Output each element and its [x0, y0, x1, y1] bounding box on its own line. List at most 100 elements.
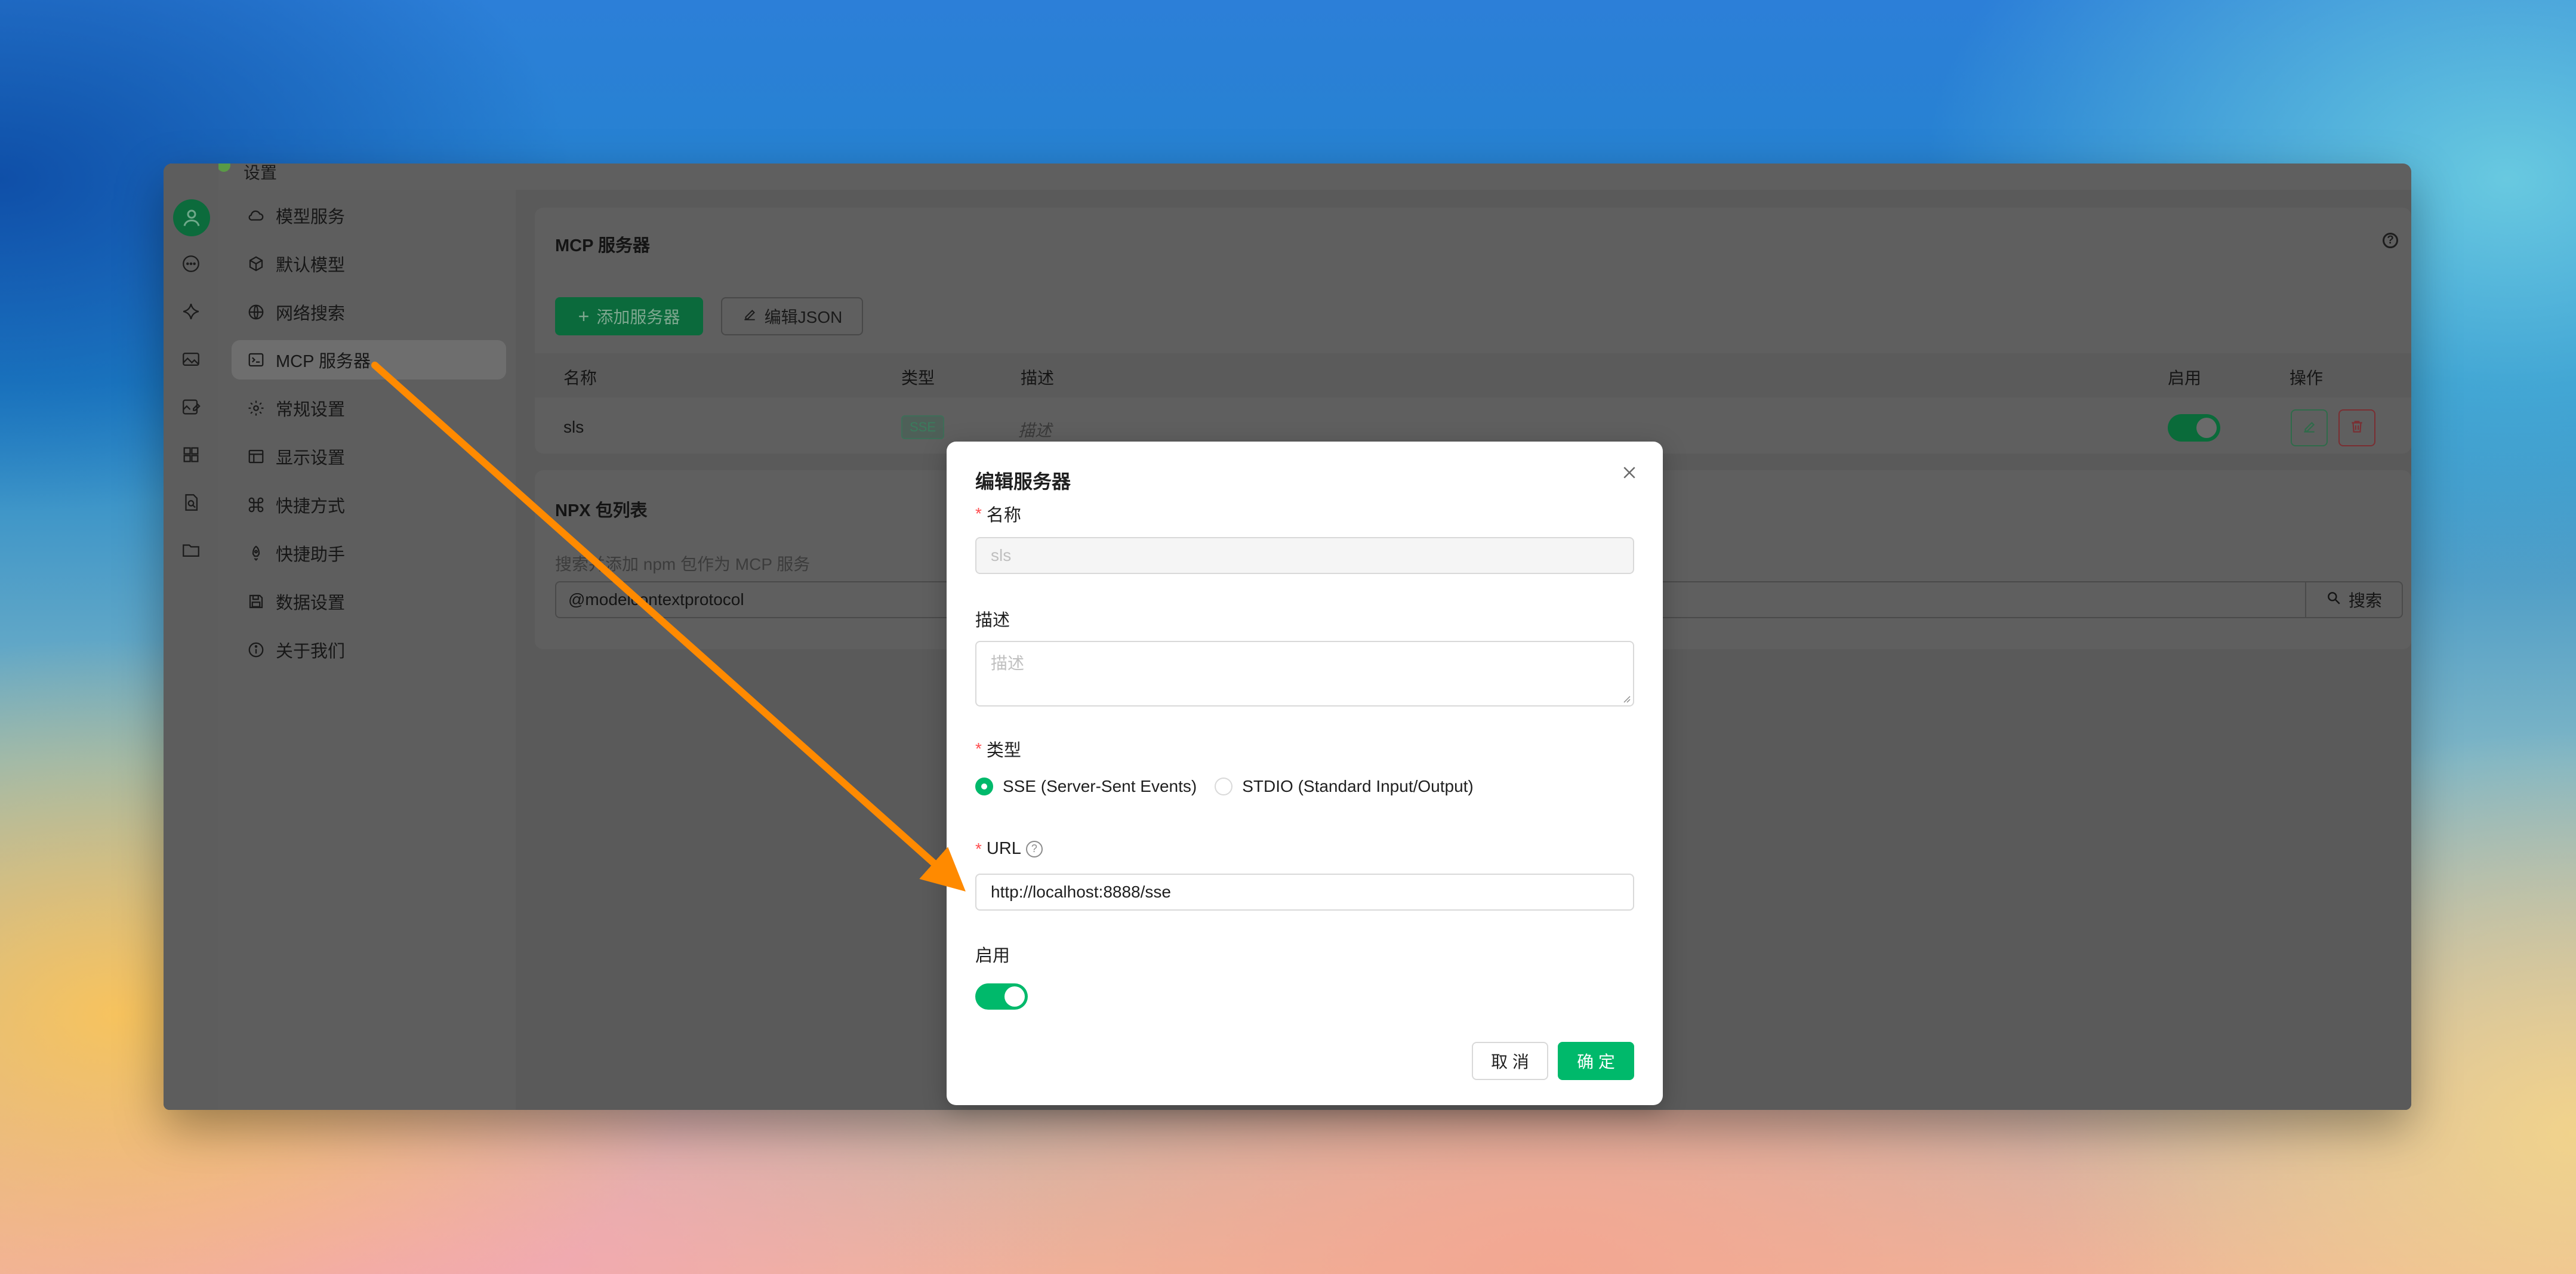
radio-sse-label: SSE (Server-Sent Events) [1003, 777, 1197, 795]
col-enabled: 启用 [2168, 369, 2202, 387]
image-icon[interactable] [179, 347, 203, 371]
trash-icon [2349, 419, 2365, 437]
sidebar-item-shortcuts[interactable]: 快捷方式 [232, 485, 506, 525]
search-icon [2326, 590, 2341, 610]
desc-label: 描述 [975, 606, 1010, 631]
edit-row-button[interactable] [2291, 409, 2328, 446]
npx-hint: 搜索并添加 npm 包作为 MCP 服务 [555, 555, 811, 573]
mcp-servers-card: MCP 服务器 ? + 添加服务器 编辑JSON 名称 类型 描述 启用 操作 … [535, 208, 2411, 454]
terminal-icon [246, 350, 266, 370]
sidebar-item-label: 默认模型 [276, 256, 346, 275]
toggle-knob [1004, 986, 1025, 1007]
window-title: 设置 [244, 164, 278, 182]
avatar[interactable] [173, 199, 210, 236]
url-label: * URL ? [975, 839, 1043, 859]
npx-search-button[interactable]: 搜索 [2305, 581, 2403, 618]
layout-icon [246, 446, 266, 467]
pencil-icon [742, 307, 757, 326]
title-bar: 设置 [164, 164, 2411, 182]
sidebar-item-data[interactable]: 数据设置 [232, 582, 506, 621]
desc-placeholder: 描述 [991, 654, 1025, 673]
sidebar-item-model-service[interactable]: 模型服务 [232, 196, 506, 235]
sidebar-item-quick-assistant[interactable]: 快捷助手 [232, 533, 506, 573]
sidebar-item-label: 模型服务 [276, 208, 346, 227]
sidebar-item-label: 快捷助手 [276, 545, 346, 564]
zoom-window-button[interactable] [217, 164, 230, 172]
radio-checked-icon [975, 778, 993, 795]
radio-stdio-label: STDIO (Standard Input/Output) [1242, 777, 1474, 795]
col-desc: 描述 [1021, 369, 1055, 387]
col-name: 名称 [563, 369, 597, 387]
sidebar-item-label: 显示设置 [276, 449, 346, 468]
close-icon [1620, 464, 1638, 485]
type-badge: SSE [901, 415, 945, 439]
add-server-button[interactable]: + 添加服务器 [555, 297, 703, 335]
sidebar-item-about[interactable]: 关于我们 [232, 630, 506, 670]
cloud-icon [246, 205, 266, 226]
table-header: 名称 类型 描述 启用 操作 [535, 353, 2411, 397]
plus-icon: + [578, 306, 590, 327]
chat-icon[interactable] [179, 252, 203, 276]
help-icon[interactable]: ? [2383, 233, 2398, 248]
row-enabled-toggle[interactable] [2168, 414, 2220, 442]
col-type: 类型 [901, 369, 935, 387]
file-search-icon[interactable] [179, 491, 203, 514]
enabled-label: 启用 [975, 942, 1010, 967]
pencil-icon [2301, 419, 2317, 437]
sidebar-item-web-search[interactable]: 网络搜索 [232, 292, 506, 332]
settings-sidebar: 模型服务 默认模型 网络搜索 MCP 服务器 常规设置 显示设置 快捷方式 快捷… [218, 190, 516, 1110]
info-icon [246, 640, 266, 660]
sidebar-item-label: 常规设置 [276, 400, 346, 419]
sidebar-item-mcp-server[interactable]: MCP 服务器 [232, 340, 506, 380]
mcp-title: MCP 服务器 [555, 236, 650, 255]
icon-rail [164, 164, 218, 1110]
name-label: * 名称 [975, 501, 1021, 526]
name-input[interactable]: sls [975, 537, 1634, 574]
name-label-text: 名称 [986, 506, 1021, 525]
cancel-button[interactable]: 取 消 [1472, 1042, 1548, 1080]
sidebar-item-general[interactable]: 常规设置 [232, 388, 506, 428]
npx-title: NPX 包列表 [555, 501, 648, 520]
url-input[interactable]: http://localhost:8888/sse [975, 874, 1634, 911]
ok-button[interactable]: 确 定 [1558, 1042, 1634, 1080]
delete-row-button[interactable] [2338, 409, 2375, 446]
cube-icon [246, 254, 266, 274]
sidebar-item-label: 网络搜索 [276, 304, 346, 323]
image-edit-icon[interactable] [179, 395, 203, 419]
gear-icon [246, 398, 266, 418]
radio-stdio[interactable]: STDIO (Standard Input/Output) [1215, 777, 1474, 796]
radio-unchecked-icon [1215, 778, 1233, 795]
row-desc: 描述 [1018, 421, 1052, 440]
globe-icon [246, 302, 266, 322]
required-mark: * [975, 504, 982, 523]
row-name: sls [563, 418, 584, 436]
sidebar-item-default-model[interactable]: 默认模型 [232, 244, 506, 283]
dialog-title: 编辑服务器 [975, 471, 1071, 492]
add-server-label: 添加服务器 [596, 308, 680, 326]
sidebar-item-label: MCP 服务器 [276, 352, 371, 371]
desc-label-text: 描述 [975, 611, 1010, 630]
edit-json-button[interactable]: 编辑JSON [721, 297, 863, 335]
radio-sse[interactable]: SSE (Server-Sent Events) [975, 777, 1197, 796]
url-label-text: URL [986, 839, 1021, 858]
type-radio-group: SSE (Server-Sent Events) STDIO (Standard… [975, 777, 1492, 796]
resize-grip-icon[interactable] [1621, 693, 1631, 703]
required-mark: * [975, 739, 982, 758]
col-actions: 操作 [2290, 369, 2324, 387]
desc-textarea[interactable]: 描述 [975, 641, 1634, 707]
enabled-toggle[interactable] [975, 983, 1028, 1010]
rocket-icon [246, 543, 266, 563]
question-icon[interactable]: ? [1025, 840, 1043, 857]
toggle-knob [2196, 418, 2217, 438]
close-dialog-button[interactable] [1619, 463, 1640, 485]
sidebar-item-display[interactable]: 显示设置 [232, 437, 506, 476]
enabled-label-text: 启用 [975, 946, 1010, 965]
type-label: * 类型 [975, 736, 1021, 761]
sidebar-item-label: 关于我们 [276, 642, 346, 661]
required-mark: * [975, 839, 982, 858]
folder-icon[interactable] [179, 538, 203, 562]
apps-icon[interactable] [179, 443, 203, 467]
edit-server-dialog: 编辑服务器 * 名称 sls 描述 描述 * 类型 SSE (Server-Se… [947, 442, 1663, 1105]
search-label: 搜索 [2348, 591, 2382, 610]
sparkle-icon[interactable] [179, 300, 203, 323]
